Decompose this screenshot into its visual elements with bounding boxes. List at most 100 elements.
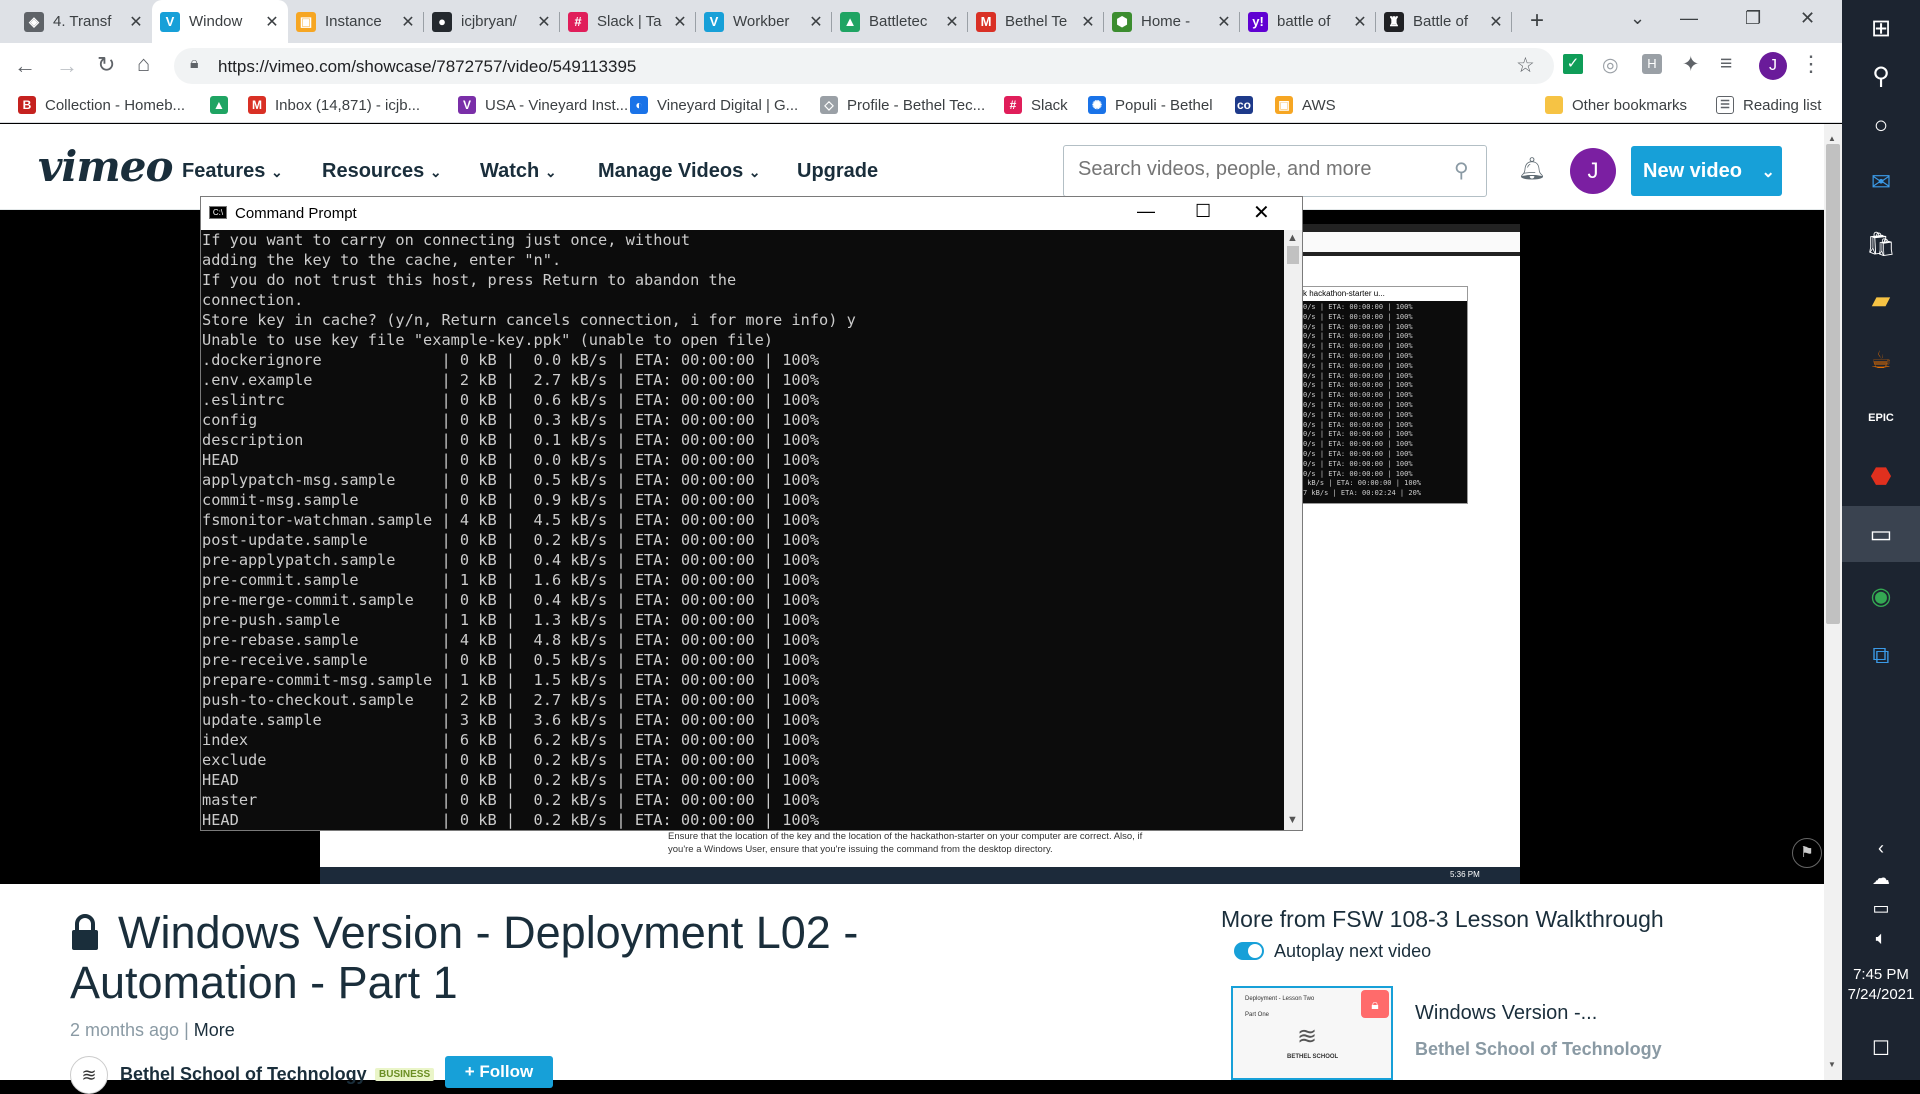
bell-icon[interactable]: 🔔︎ [1518, 156, 1546, 182]
file-explorer-icon[interactable]: ▰ [1842, 272, 1920, 328]
extension-circle-icon[interactable]: ◎ [1602, 54, 1619, 77]
new-tab-icon[interactable]: + [1530, 7, 1544, 35]
extensions-puzzle-icon[interactable]: ✦ [1682, 52, 1700, 77]
related-video-channel[interactable]: Bethel School of Technology [1415, 1039, 1662, 1060]
bookmark-item[interactable]: ◐ Vineyard Digital | G... [630, 96, 798, 114]
related-video-title[interactable]: Windows Version -... [1415, 1002, 1597, 1025]
browser-tab[interactable]: M Bethel Te ✕ [968, 0, 1104, 43]
bookmark-item[interactable]: ✺ Populi - Bethel [1088, 96, 1213, 114]
minimize-icon[interactable]: — [1137, 201, 1155, 222]
home-icon[interactable]: ⌂ [137, 51, 150, 77]
bookmark-item[interactable]: M Inbox (14,871) - icjb... [248, 96, 420, 114]
profile-avatar[interactable]: J [1759, 52, 1787, 80]
mail-icon[interactable]: ✉ [1842, 154, 1920, 210]
close-icon[interactable]: ✕ [400, 12, 416, 32]
close-icon[interactable]: ✕ [672, 12, 688, 32]
bookmark-item[interactable]: co [1235, 96, 1262, 114]
browser-tab[interactable]: ♜ Battle of ✕ [1376, 0, 1512, 43]
autoplay-toggle[interactable] [1234, 942, 1264, 960]
bookmark-item[interactable]: V USA - Vineyard Inst... [458, 96, 628, 114]
cmd-output[interactable]: If you want to carry on connecting just … [201, 230, 1284, 830]
cmd-scroll-thumb[interactable] [1287, 246, 1299, 264]
nav-upgrade[interactable]: Upgrade [797, 160, 878, 183]
cmd-scrollbar[interactable]: ▲ ▼ [1284, 230, 1302, 830]
follow-button[interactable]: + Follow [445, 1056, 553, 1088]
bookmark-item[interactable]: # Slack [1004, 96, 1068, 114]
channel-avatar[interactable]: ≋ [70, 1056, 108, 1094]
search-input[interactable] [1078, 158, 1438, 181]
close-icon[interactable]: ✕ [1080, 12, 1096, 32]
bookmark-item[interactable]: ◇ Profile - Bethel Tec... [820, 96, 985, 114]
epic-games-icon[interactable]: EPIC [1842, 390, 1920, 446]
chrome-menu-icon[interactable]: ⋮ [1800, 51, 1822, 77]
bookmark-other[interactable]: Other bookmarks [1545, 96, 1687, 114]
page-scrollbar[interactable]: ▲ ▼ [1824, 124, 1842, 1080]
user-avatar[interactable]: J [1570, 148, 1616, 194]
browser-tab[interactable]: ▲ Battletec ✕ [832, 0, 968, 43]
browser-tab[interactable]: ◈ 4. Transf ✕ [16, 0, 152, 43]
nav-features[interactable]: Features ⌄ [182, 160, 283, 183]
chrome-icon[interactable]: ◉ [1842, 568, 1920, 624]
close-icon[interactable]: ✕ [536, 12, 552, 32]
java-icon[interactable]: ☕︎ [1842, 332, 1920, 388]
scroll-down-icon[interactable]: ▼ [1287, 814, 1298, 826]
browser-tab[interactable]: ● icjbryan/ ✕ [424, 0, 560, 43]
address-bar[interactable]: 🔒︎ https://vimeo.com/showcase/7872757/vi… [174, 48, 1554, 84]
volume-icon[interactable]: 🔈︎ [1842, 910, 1920, 966]
cortana-icon[interactable]: ○ [1842, 98, 1920, 154]
search-icon[interactable]: ⚲ [1842, 48, 1920, 104]
taskbar-clock[interactable]: 7:45 PM 7/24/2021 [1842, 965, 1920, 1005]
close-icon[interactable]: ✕ [1352, 12, 1368, 32]
browser-tab[interactable]: y! battle of ✕ [1240, 0, 1376, 43]
cmd-titlebar[interactable]: C:\ Command Prompt — ☐ ✕ [201, 197, 1302, 230]
url-text[interactable]: https://vimeo.com/showcase/7872757/video… [218, 57, 636, 77]
close-icon[interactable]: ✕ [1488, 12, 1504, 32]
scroll-down-icon[interactable]: ▼ [1828, 1060, 1836, 1069]
terminal-icon[interactable]: ▭ [1842, 506, 1920, 562]
tab-search-icon[interactable]: ⌄ [1630, 8, 1645, 29]
lock-icon[interactable]: 🔒︎ [190, 55, 199, 73]
close-icon[interactable]: ✕ [1253, 200, 1270, 225]
close-icon[interactable]: ✕ [264, 12, 280, 32]
browser-tab[interactable]: # Slack | Ta ✕ [560, 0, 696, 43]
scroll-up-icon[interactable]: ▲ [1287, 232, 1298, 244]
page-scroll-thumb[interactable] [1826, 144, 1840, 624]
close-icon[interactable]: ✕ [944, 12, 960, 32]
acrobat-icon[interactable]: ⬣ [1842, 448, 1920, 504]
close-icon[interactable]: ✕ [1800, 8, 1815, 29]
related-video-thumbnail[interactable]: Deployment - Lesson Two Part One ≋ BETHE… [1231, 986, 1393, 1080]
bookmark-item[interactable]: ▣ AWS [1275, 96, 1336, 114]
command-prompt-window[interactable]: C:\ Command Prompt — ☐ ✕ If you want to … [200, 196, 1303, 831]
reload-icon[interactable]: ↻ [97, 52, 115, 78]
media-queue-icon[interactable]: ≡ [1720, 52, 1732, 76]
close-icon[interactable]: ✕ [808, 12, 824, 32]
bookmark-reading-list[interactable]: ☰ Reading list [1716, 96, 1821, 114]
forward-icon[interactable]: → [56, 53, 78, 79]
bookmark-star-icon[interactable]: ☆ [1516, 53, 1535, 78]
maximize-icon[interactable]: ☐ [1195, 201, 1211, 222]
store-icon[interactable]: 🛍︎ [1842, 216, 1920, 272]
browser-tab[interactable]: ⬢ Home - ✕ [1104, 0, 1240, 43]
flag-icon[interactable]: ⚑ [1792, 838, 1822, 868]
search-icon[interactable]: ⚲ [1454, 158, 1469, 183]
search-box[interactable]: ⚲ [1063, 145, 1487, 197]
scroll-up-icon[interactable]: ▲ [1828, 134, 1836, 143]
extension-h-icon[interactable]: H [1642, 54, 1662, 74]
nav-manage-videos[interactable]: Manage Videos ⌄ [598, 160, 761, 183]
remote-desktop-icon[interactable]: ⧉ [1842, 628, 1920, 684]
close-icon[interactable]: ✕ [128, 12, 144, 32]
back-icon[interactable]: ← [14, 53, 36, 79]
browser-tab[interactable]: V Window ✕ [152, 0, 288, 43]
close-icon[interactable]: ✕ [1216, 12, 1232, 32]
new-video-button[interactable]: New video ⌄ [1631, 146, 1782, 196]
vimeo-logo[interactable]: vimeo [38, 142, 174, 191]
check-extension-icon[interactable]: ✓ [1563, 54, 1583, 74]
more-link[interactable]: More [194, 1020, 235, 1040]
channel-name[interactable]: Bethel School of Technology [120, 1064, 367, 1085]
nav-resources[interactable]: Resources ⌄ [322, 160, 442, 183]
maximize-icon[interactable]: ❐ [1745, 8, 1761, 29]
bookmark-item[interactable]: ▲ [210, 96, 237, 114]
browser-tab[interactable]: ▣ Instance ✕ [288, 0, 424, 43]
nav-watch[interactable]: Watch ⌄ [480, 160, 557, 183]
bookmark-item[interactable]: B Collection - Homeb... [18, 96, 185, 114]
